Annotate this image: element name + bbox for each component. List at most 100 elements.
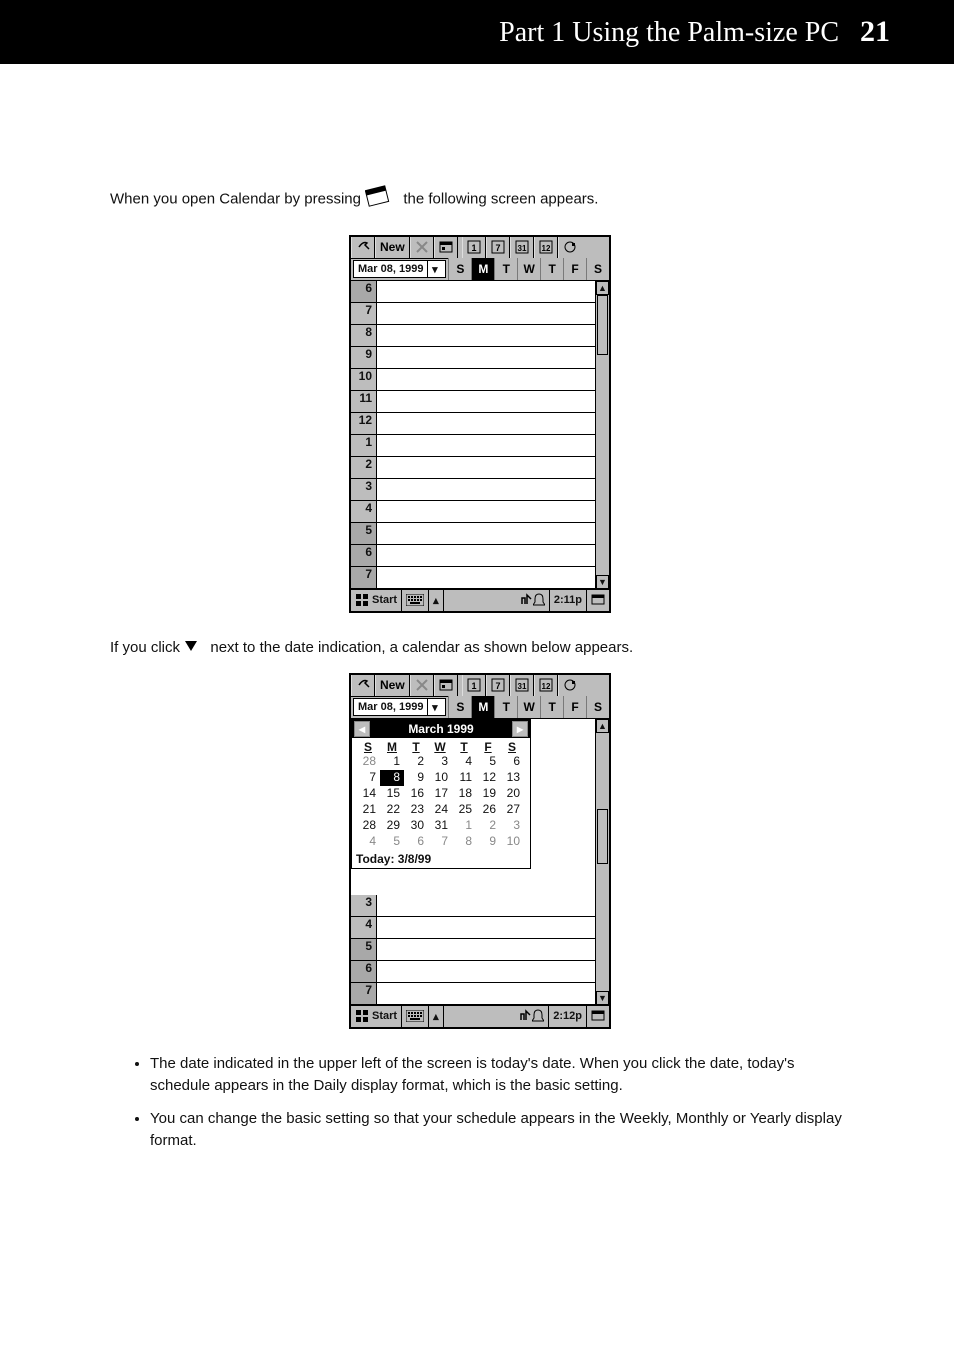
- month-day-cell[interactable]: 24: [428, 802, 452, 818]
- month-day-cell[interactable]: 17: [428, 786, 452, 802]
- month-day-cell[interactable]: 28: [356, 818, 380, 834]
- scroll-up-icon[interactable]: ▲: [596, 281, 609, 295]
- month-day-cell[interactable]: 16: [404, 786, 428, 802]
- year-view-button[interactable]: 12: [534, 675, 558, 696]
- dow-tab[interactable]: S: [586, 696, 609, 718]
- dow-tab[interactable]: S: [448, 696, 471, 718]
- hour-row[interactable]: 5: [351, 523, 609, 545]
- scrollbar[interactable]: ▲ ▼: [595, 719, 609, 1005]
- input-up-icon[interactable]: ▴: [429, 590, 444, 611]
- scrollbar[interactable]: ▲ ▼: [595, 281, 609, 589]
- month-view-button[interactable]: 31: [510, 237, 534, 258]
- back-icon[interactable]: [351, 675, 375, 696]
- date-picker[interactable]: Mar 08, 1999 ▾: [353, 260, 446, 278]
- month-day-cell[interactable]: 4: [356, 834, 380, 850]
- dropdown-arrow-icon[interactable]: ▾: [427, 699, 441, 715]
- hour-row[interactable]: 9: [351, 347, 609, 369]
- dow-tab[interactable]: W: [517, 696, 540, 718]
- dow-tab[interactable]: T: [494, 696, 517, 718]
- prev-month-button[interactable]: ◂: [354, 721, 370, 737]
- dow-tab[interactable]: M: [471, 696, 494, 718]
- hour-row[interactable]: 4: [351, 917, 609, 939]
- month-day-cell[interactable]: 25: [452, 802, 476, 818]
- hour-row[interactable]: 6: [351, 281, 609, 303]
- start-button[interactable]: Start: [351, 590, 402, 611]
- month-day-cell[interactable]: 8: [452, 834, 476, 850]
- month-day-cell[interactable]: 4: [452, 754, 476, 770]
- month-day-cell[interactable]: 3: [428, 754, 452, 770]
- input-up-icon[interactable]: ▴: [429, 1006, 444, 1027]
- keyboard-icon[interactable]: [402, 590, 429, 611]
- month-day-cell[interactable]: 5: [380, 834, 404, 850]
- dow-tab[interactable]: T: [540, 696, 563, 718]
- tray-icons[interactable]: [515, 590, 550, 611]
- scroll-down-icon[interactable]: ▼: [596, 575, 609, 589]
- hour-row[interactable]: 5: [351, 939, 609, 961]
- month-day-cell[interactable]: 30: [404, 818, 428, 834]
- new-button[interactable]: New: [375, 675, 410, 696]
- month-day-cell[interactable]: 6: [500, 754, 524, 770]
- month-day-cell[interactable]: 7: [356, 770, 380, 786]
- date-picker[interactable]: Mar 08, 1999 ▾: [353, 698, 446, 716]
- hour-row[interactable]: 7: [351, 567, 609, 589]
- desktop-icon[interactable]: [587, 590, 609, 611]
- month-day-cell[interactable]: 11: [452, 770, 476, 786]
- month-day-cell[interactable]: 7: [428, 834, 452, 850]
- month-grid[interactable]: SMTWTFS281234567891011121314151617181920…: [352, 738, 530, 850]
- dow-tab[interactable]: S: [448, 258, 471, 280]
- scroll-thumb[interactable]: [597, 295, 608, 355]
- new-button[interactable]: New: [375, 237, 410, 258]
- hour-row[interactable]: 6: [351, 961, 609, 983]
- delete-button[interactable]: [410, 675, 434, 696]
- month-day-cell[interactable]: 14: [356, 786, 380, 802]
- month-day-cell[interactable]: 6: [404, 834, 428, 850]
- dow-tab[interactable]: W: [517, 258, 540, 280]
- month-day-cell[interactable]: 9: [404, 770, 428, 786]
- today-link[interactable]: Today: 3/8/99: [352, 850, 530, 868]
- month-view-button[interactable]: 31: [510, 675, 534, 696]
- day-view-button[interactable]: 1: [462, 675, 486, 696]
- scroll-down-icon[interactable]: ▼: [596, 991, 609, 1005]
- hour-row[interactable]: 3: [351, 895, 609, 917]
- month-day-cell[interactable]: 21: [356, 802, 380, 818]
- week-view-button[interactable]: 7: [486, 675, 510, 696]
- month-day-cell[interactable]: 3: [500, 818, 524, 834]
- year-view-button[interactable]: 12: [534, 237, 558, 258]
- month-day-cell[interactable]: 12: [476, 770, 500, 786]
- hour-row[interactable]: 2: [351, 457, 609, 479]
- delete-button[interactable]: [410, 237, 434, 258]
- hour-row[interactable]: 4: [351, 501, 609, 523]
- desktop-icon[interactable]: [587, 1006, 609, 1027]
- month-day-cell[interactable]: 2: [476, 818, 500, 834]
- dow-tab[interactable]: F: [563, 696, 586, 718]
- month-day-cell[interactable]: 1: [452, 818, 476, 834]
- dropdown-arrow-icon[interactable]: ▾: [427, 261, 441, 277]
- month-day-cell[interactable]: 10: [500, 834, 524, 850]
- month-day-cell[interactable]: 1: [380, 754, 404, 770]
- dow-tab[interactable]: T: [540, 258, 563, 280]
- month-day-cell[interactable]: 8: [380, 770, 404, 786]
- month-day-cell[interactable]: 31: [428, 818, 452, 834]
- tray-icons[interactable]: [514, 1006, 549, 1027]
- clock-text[interactable]: 2:12p: [549, 1006, 587, 1027]
- back-icon[interactable]: [351, 237, 375, 258]
- dow-tab[interactable]: F: [563, 258, 586, 280]
- month-day-cell[interactable]: 22: [380, 802, 404, 818]
- month-day-cell[interactable]: 29: [380, 818, 404, 834]
- keyboard-icon[interactable]: [402, 1006, 429, 1027]
- hour-row[interactable]: 10: [351, 369, 609, 391]
- hour-row[interactable]: 12: [351, 413, 609, 435]
- month-day-cell[interactable]: 18: [452, 786, 476, 802]
- scroll-up-icon[interactable]: ▲: [596, 719, 609, 733]
- goto-today-button[interactable]: [434, 237, 458, 258]
- hour-row[interactable]: 1: [351, 435, 609, 457]
- month-day-cell[interactable]: 5: [476, 754, 500, 770]
- clock-text[interactable]: 2:11p: [550, 590, 587, 611]
- month-day-cell[interactable]: 9: [476, 834, 500, 850]
- month-day-cell[interactable]: 23: [404, 802, 428, 818]
- hour-row[interactable]: 6: [351, 545, 609, 567]
- month-day-cell[interactable]: 10: [428, 770, 452, 786]
- week-view-button[interactable]: 7: [486, 237, 510, 258]
- month-day-cell[interactable]: 27: [500, 802, 524, 818]
- day-view-button[interactable]: 1: [462, 237, 486, 258]
